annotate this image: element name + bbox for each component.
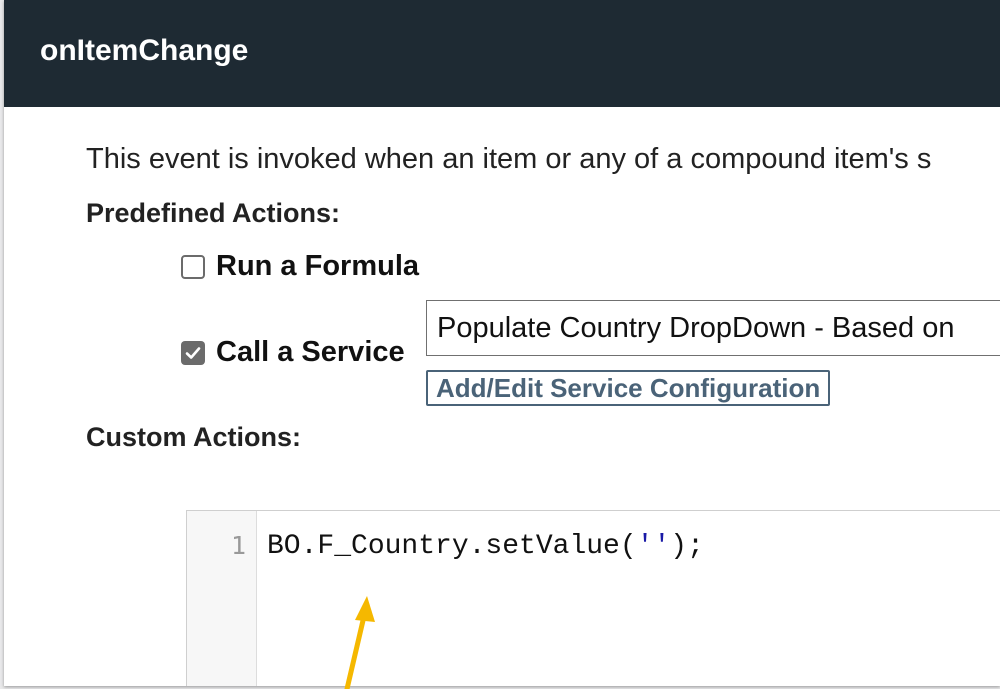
call-service-label: Call a Service [216, 336, 405, 368]
line-gutter: 1 [187, 511, 257, 686]
code-line[interactable]: BO.F_Country.setValue(''); [267, 531, 704, 562]
call-service-option[interactable]: Call a Service [181, 336, 405, 369]
code-call: BO.F_Country.setValue( [267, 531, 637, 562]
dialog-title: onItemChange [40, 34, 249, 67]
checkmark-icon [185, 346, 201, 359]
predefined-actions-label: Predefined Actions: [86, 198, 341, 228]
event-dialog: onItemChange This event is invoked when … [4, 0, 1000, 686]
run-formula-option[interactable]: Run a Formula [181, 250, 419, 283]
run-formula-checkbox[interactable] [181, 254, 205, 279]
code-string-literal: '' [636, 531, 671, 562]
run-formula-label: Run a Formula [216, 250, 420, 282]
custom-actions-label: Custom Actions: [86, 422, 301, 452]
add-edit-service-config-button[interactable]: Add/Edit Service Configuration [426, 370, 831, 406]
code-editor[interactable]: 1 BO.F_Country.setValue(''); [186, 510, 1000, 686]
event-description: This event is invoked when an item or an… [86, 143, 932, 175]
dialog-header: onItemChange [4, 0, 1000, 107]
service-select[interactable]: Populate Country DropDown - Based on [426, 300, 1000, 356]
call-service-checkbox[interactable] [181, 340, 205, 365]
line-number: 1 [230, 531, 246, 560]
annotation-arrow-icon [344, 596, 375, 689]
code-terminator: ); [670, 531, 704, 562]
